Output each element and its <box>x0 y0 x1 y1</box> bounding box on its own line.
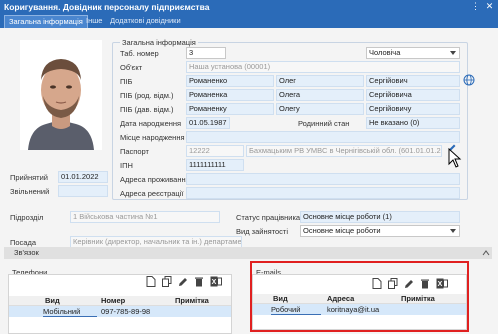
ipn-label: ІПН <box>120 161 133 170</box>
employee-photo[interactable] <box>20 40 102 150</box>
window-title: Коригування. Довідник персоналу підприєм… <box>4 2 210 12</box>
pib-genitive-label: ПІБ (род. відм.) <box>120 91 174 100</box>
employment-type-label: Вид зайнятості <box>236 227 289 236</box>
first-name-field[interactable]: Олег <box>276 75 364 87</box>
division-field[interactable]: 1 Військова частина №1 <box>70 211 220 223</box>
phone-number-cell[interactable]: 097-785-89-98 <box>101 307 150 316</box>
chevron-up-icon[interactable] <box>482 249 490 259</box>
fired-date-field[interactable] <box>58 185 108 197</box>
close-icon[interactable]: ✕ <box>484 1 495 12</box>
delete-icon[interactable] <box>194 276 204 287</box>
mouse-cursor-icon <box>448 147 462 170</box>
svg-text:X: X <box>212 279 217 286</box>
chevron-down-icon <box>450 229 456 233</box>
emails-highlight-frame <box>250 261 469 332</box>
last-name-field[interactable]: Романенко <box>186 75 274 87</box>
hired-date-field[interactable]: 01.01.2022 <box>58 171 108 183</box>
globe-icon[interactable] <box>463 74 475 88</box>
new-file-icon[interactable] <box>146 276 156 287</box>
birth-place-field[interactable] <box>186 131 460 143</box>
tab-number-label: Таб. номер <box>120 49 159 58</box>
first-name-genitive-field[interactable]: Олега <box>276 89 364 101</box>
passport-label: Паспорт <box>120 147 149 156</box>
employee-status-field[interactable]: Основне місце роботи (1) <box>300 211 460 223</box>
gender-select[interactable]: Чоловіча <box>366 47 460 59</box>
pib-dative-label: ПІБ (дав. відм.) <box>120 105 174 114</box>
menu-icon[interactable]: ⋮ <box>470 1 481 12</box>
general-info-group-title: Загальна інформація <box>120 38 198 47</box>
edit-pencil-icon[interactable] <box>178 276 188 287</box>
birth-date-label: Дата народження <box>120 119 182 128</box>
patronymic-field[interactable]: Сергійович <box>366 75 460 87</box>
fired-label: Звільнений <box>10 187 50 196</box>
employment-type-select[interactable]: Основне місце роботи <box>300 225 460 237</box>
registration-address-field[interactable] <box>186 187 460 199</box>
pib-label: ПІБ <box>120 77 133 86</box>
residence-address-field[interactable] <box>186 173 460 185</box>
excel-icon[interactable]: X <box>210 276 222 287</box>
division-label: Підрозділ <box>10 213 44 222</box>
passport-issued-field[interactable]: Бахмацьким РВ УМВС в Чернігівській обл. … <box>246 145 442 157</box>
phone-kind-cell[interactable]: Мобільний <box>43 307 97 317</box>
ipn-field[interactable]: 1111111111 <box>186 159 244 171</box>
tab-general-info[interactable]: Загальна інформація <box>4 15 88 28</box>
registration-address-label: Адреса реєстрації <box>120 189 184 198</box>
patronymic-dative-field[interactable]: Сергійовичу <box>366 103 460 115</box>
passport-number-field[interactable]: 12222 <box>186 145 244 157</box>
gender-value: Чоловіча <box>369 48 401 57</box>
tab-other[interactable]: Інше <box>82 15 106 28</box>
tab-additional-directories[interactable]: Додаткові довідники <box>106 15 185 28</box>
employee-status-label: Статус працівника <box>236 213 301 222</box>
phones-table-header: Вид Номер Примітка <box>9 296 231 306</box>
table-row[interactable]: Мобільний 097-785-89-98 <box>9 306 231 317</box>
birth-place-label: Місце народження <box>120 133 185 142</box>
last-name-dative-field[interactable]: Романенку <box>186 103 274 115</box>
first-name-dative-field[interactable]: Олегу <box>276 103 364 115</box>
phones-col-number[interactable]: Номер <box>101 296 125 305</box>
birth-date-field[interactable]: 01.05.1987 <box>186 117 230 129</box>
window-titlebar: Коригування. Довідник персоналу підприєм… <box>0 0 498 14</box>
hired-label: Прийнятий <box>10 173 48 182</box>
tab-bar: Загальна інформація Інше Додаткові довід… <box>0 14 498 28</box>
phones-col-kind[interactable]: Вид <box>45 296 60 305</box>
chevron-down-icon <box>450 51 456 55</box>
contacts-section-header[interactable]: Зв'язок <box>4 247 492 259</box>
employment-type-value: Основне місце роботи <box>303 226 381 235</box>
object-field[interactable]: Наша установа (00001) <box>186 61 460 73</box>
copy-icon[interactable] <box>162 276 172 287</box>
patronymic-genitive-field[interactable]: Сергійовича <box>366 89 460 101</box>
last-name-genitive-field[interactable]: Романенка <box>186 89 274 101</box>
residence-address-label: Адреса проживання <box>120 175 190 184</box>
object-label: Об'єкт <box>120 63 143 72</box>
marital-status-field[interactable]: Не вказано (0) <box>366 117 460 129</box>
position-label: Посада <box>10 238 37 247</box>
tab-number-field[interactable]: 3 <box>186 47 226 59</box>
phones-col-note[interactable]: Примітка <box>175 296 209 305</box>
marital-status-label: Родинний стан <box>298 119 350 128</box>
